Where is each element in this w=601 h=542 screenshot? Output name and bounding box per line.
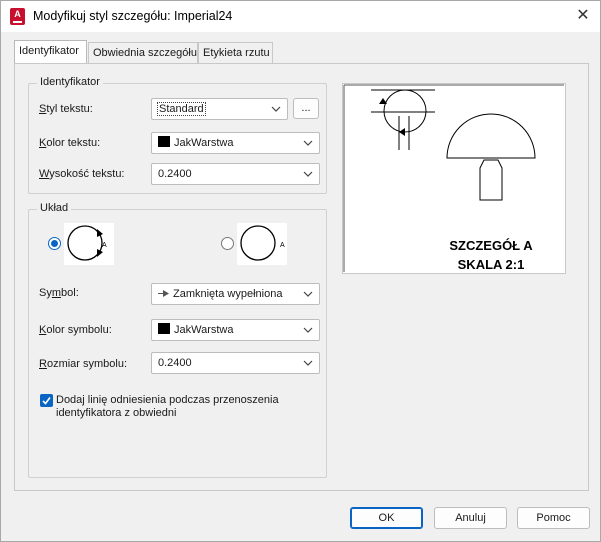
window-title: Modyfikuj styl szczegółu: Imperial24 [33, 9, 233, 23]
symbol-combo[interactable]: Zamknięta wypełniona [151, 283, 320, 305]
cancel-button[interactable]: Anuluj [434, 507, 507, 529]
chevron-down-icon [271, 106, 281, 112]
preview-caption-line1: SZCZEGÓŁ A [449, 238, 533, 253]
preview-pane: SZCZEGÓŁ A SKALA 2:1 [342, 83, 566, 274]
dodaj-linie-label[interactable]: Dodaj linię odniesienia podczas przenosz… [56, 394, 279, 420]
styl-tekstu-label: Styl tekstu: [39, 103, 93, 115]
identyfikator-group-title: Identyfikator [37, 76, 103, 88]
chevron-down-icon [303, 140, 313, 146]
color-swatch [158, 323, 170, 334]
layout-option-1-icon[interactable]: A [64, 223, 114, 265]
close-icon[interactable]: ✕ [569, 4, 597, 28]
layout-option-2-radio[interactable] [221, 237, 234, 250]
dodaj-linie-line2: identyfikatora z obwiedni [56, 407, 177, 419]
chevron-down-icon [303, 291, 313, 297]
layout-option-1-letter: A [102, 242, 107, 249]
kolor-tekstu-label: Kolor tekstu: [39, 137, 101, 149]
title-bar: A Modyfikuj styl szczegółu: Imperial24 ✕ [1, 1, 600, 32]
wysokosc-tekstu-label: Wysokość tekstu: [39, 168, 125, 180]
kolor-tekstu-combo[interactable]: JakWarstwa [151, 132, 320, 154]
color-swatch [158, 136, 170, 147]
chevron-down-icon [303, 327, 313, 333]
kolor-symbolu-value: JakWarstwa [174, 324, 234, 336]
symbol-value: Zamknięta wypełniona [173, 288, 283, 300]
detail-preview-drawing: SZCZEGÓŁ A SKALA 2:1 [343, 84, 564, 272]
ok-button[interactable]: OK [350, 507, 423, 529]
kolor-symbolu-combo[interactable]: JakWarstwa [151, 319, 320, 341]
modify-detail-style-dialog: A Modyfikuj styl szczegółu: Imperial24 ✕… [0, 0, 601, 542]
tab-identyfikator[interactable]: Identyfikator [14, 40, 87, 63]
tab-obwiednia-szczegolu[interactable]: Obwiednia szczegółu [88, 42, 198, 63]
dodaj-linie-checkbox[interactable] [40, 394, 53, 407]
checkmark-icon [42, 397, 51, 405]
rozmiar-symbolu-value: 0.2400 [158, 357, 192, 369]
rozmiar-symbolu-label: Rozmiar symbolu: [39, 358, 128, 370]
layout-option-1-radio[interactable] [48, 237, 61, 250]
styl-tekstu-browse-button[interactable]: ... [293, 98, 319, 119]
chevron-down-icon [303, 360, 313, 366]
kolor-symbolu-label: Kolor symbolu: [39, 324, 112, 336]
layout-option-2-icon[interactable]: A [237, 223, 287, 265]
preview-caption-line2: SKALA 2:1 [458, 257, 525, 272]
symbol-label: Symbol: [39, 287, 79, 299]
kolor-tekstu-value: JakWarstwa [174, 137, 234, 149]
autocad-app-icon: A [10, 8, 25, 25]
filled-arrow-icon [158, 290, 169, 297]
styl-tekstu-combo[interactable]: Standard [151, 98, 288, 120]
wysokosc-tekstu-combo[interactable]: 0.2400 [151, 163, 320, 185]
styl-tekstu-label-text: tyl tekstu: [46, 103, 93, 115]
rozmiar-symbolu-combo[interactable]: 0.2400 [151, 352, 320, 374]
help-button[interactable]: Pomoc [517, 507, 590, 529]
dodaj-linie-line1: Dodaj linię odniesienia podczas przenosz… [56, 394, 279, 406]
uklad-group-title: Układ [37, 202, 72, 214]
styl-tekstu-value: Standard [157, 102, 206, 116]
wysokosc-tekstu-value: 0.2400 [158, 168, 192, 180]
layout-option-2-letter: A [280, 242, 285, 249]
tab-etykieta-rzutu[interactable]: Etykieta rzutu [198, 42, 273, 63]
chevron-down-icon [303, 171, 313, 177]
